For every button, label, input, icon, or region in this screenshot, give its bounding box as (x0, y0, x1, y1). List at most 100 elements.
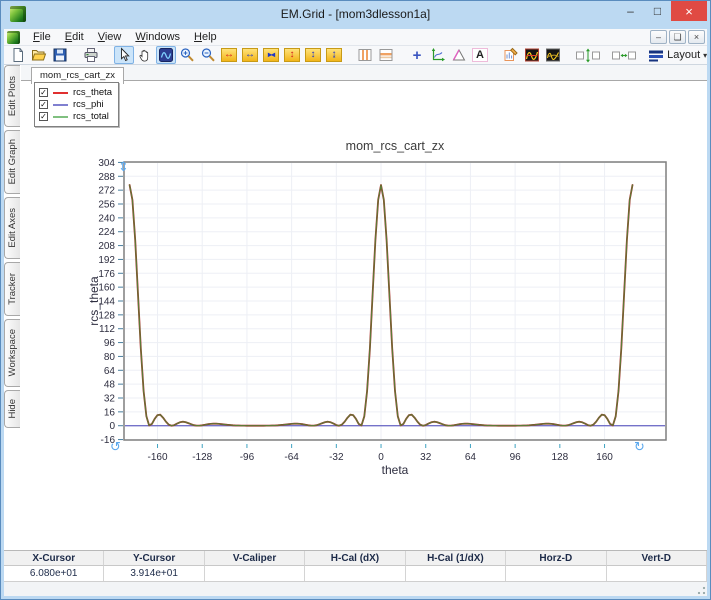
y-tick-label: 224 (98, 227, 115, 238)
x-tick-label: -128 (192, 452, 212, 463)
y-tick-label: 16 (104, 407, 116, 418)
split-vertical-button[interactable] (355, 46, 375, 64)
axes-tracker-icon (430, 47, 446, 63)
menu-items: FileEditViewWindowsHelp (26, 30, 224, 44)
workspace: Edit Plots Edit Graph Edit Axes Tracker Work… (4, 65, 707, 550)
pan-tool-button[interactable] (135, 46, 155, 64)
h-fit-button[interactable]: ▸◂ (261, 46, 281, 64)
save-file-button[interactable] (50, 46, 70, 64)
sidebar-tab-edit-axes[interactable]: Edit Axes (4, 197, 20, 259)
menu-windows[interactable]: Windows (128, 30, 187, 44)
new-file-button[interactable] (8, 46, 28, 64)
x-tick-label: 128 (551, 452, 568, 463)
legend-row-rcs_theta: ✓ rcs_theta (39, 87, 112, 98)
anchor-bottom-left-icon[interactable]: ↺ (110, 440, 121, 455)
child-restore-button[interactable]: ❏ (669, 30, 686, 44)
anchor-top-left-icon[interactable]: ⇕ (118, 160, 129, 175)
legend-checkbox-rcs_phi[interactable]: ✓ (39, 100, 48, 109)
delta-marker-button[interactable] (449, 46, 469, 64)
legend-line-sample (53, 104, 68, 106)
axes-tracker-button[interactable] (428, 46, 448, 64)
new-file-icon (10, 47, 26, 63)
child-minimize-button[interactable]: – (650, 30, 667, 44)
v-zoom-out-button[interactable]: ↕ (282, 46, 302, 64)
maximize-button[interactable]: □ (644, 1, 671, 21)
dark-plot-red-button[interactable] (522, 46, 542, 64)
v-fit-button[interactable]: ↨ (324, 46, 344, 64)
h-caliper-icon (611, 47, 637, 63)
status-value-v-caliper (205, 566, 305, 581)
v-caliper-icon (575, 47, 601, 63)
save-file-icon (52, 47, 68, 63)
status-value-x-cursor: 6.080e+01 (4, 566, 104, 581)
print-button[interactable] (81, 46, 101, 64)
anchor-bottom-right-icon[interactable]: ↻ (634, 440, 645, 455)
status-value-h-cal-dx- (305, 566, 405, 581)
y-tick-label: 272 (98, 186, 115, 197)
sidebar-tabs: Edit Plots Edit Graph Edit Axes Tracker Work… (4, 65, 21, 428)
sidebar-tab-label: Edit Plots (7, 76, 18, 116)
legend-row-rcs_phi: ✓rcs_phi (39, 99, 112, 110)
h-caliper-button[interactable] (612, 46, 637, 64)
select-tool-icon (116, 47, 132, 63)
x-tick-label: 160 (596, 452, 613, 463)
cursor-status-table: X-CursorY-CursorV-CaliperH-Cal (dX)H-Cal… (4, 550, 707, 581)
zoom-out-button[interactable] (198, 46, 218, 64)
v-caliper-button[interactable] (576, 46, 601, 64)
layout-icon (648, 47, 664, 63)
plot-mode-button[interactable] (156, 46, 176, 64)
h-zoom-out-button[interactable]: ↔ (219, 46, 239, 64)
text-annotation-button[interactable]: A (470, 46, 490, 64)
y-tick-label: 240 (98, 213, 115, 224)
sidebar-tab-label: Edit Axes (7, 208, 18, 248)
child-close-button[interactable]: × (688, 30, 705, 44)
layout-dropdown[interactable]: Layout▾ (649, 46, 706, 64)
y-tick-label: 64 (104, 366, 116, 377)
dark-plot-red-icon (524, 47, 540, 63)
split-horizontal-button[interactable] (376, 46, 396, 64)
menu-view[interactable]: View (91, 30, 129, 44)
status-value-h-cal-1-dx- (406, 566, 506, 581)
dark-plot-yellow-button[interactable] (543, 46, 563, 64)
y-tick-label: 288 (98, 172, 115, 183)
sidebar-tab-label: Workspace (7, 329, 18, 376)
sidebar-tab-label: Hide (7, 399, 18, 419)
x-tick-label: -160 (148, 452, 168, 463)
window-title: EM.Grid - [mom3dlesson1a] (4, 7, 707, 21)
open-file-button[interactable] (29, 46, 49, 64)
zoom-in-button[interactable] (177, 46, 197, 64)
split-horizontal-icon (378, 47, 394, 63)
menu-help[interactable]: Help (187, 30, 224, 44)
select-tool-button[interactable] (114, 46, 134, 64)
sidebar-tab-workspace[interactable]: Workspace (4, 319, 20, 387)
sidebar-tab-tracker[interactable]: Tracker (4, 262, 20, 316)
menu-edit[interactable]: Edit (58, 30, 91, 44)
x-tick-label: -96 (240, 452, 255, 463)
plot-canvas[interactable]: -160163248648096112128144160176192208224… (4, 65, 707, 550)
status-value-y-cursor: 3.914e+01 (104, 566, 204, 581)
v-zoom-in-button[interactable]: ↕ (303, 46, 323, 64)
h-zoom-in-button[interactable]: ↔ (240, 46, 260, 64)
x-tick-label: 96 (510, 452, 522, 463)
resize-grip[interactable] (694, 583, 706, 595)
y-tick-label: 112 (99, 324, 115, 335)
minimize-button[interactable]: – (617, 1, 644, 21)
y-tick-label: 192 (98, 255, 115, 266)
status-value-vert-d (607, 566, 707, 581)
legend-checkbox-rcs_total[interactable]: ✓ (39, 112, 48, 121)
legend-checkbox-rcs_theta[interactable]: ✓ (39, 88, 48, 97)
zoom-in-icon (179, 47, 195, 63)
sidebar-tab-edit-plots[interactable]: Edit Plots (4, 65, 20, 127)
x-axis-label: theta (382, 463, 409, 477)
edit-plot-button[interactable] (501, 46, 521, 64)
close-button[interactable]: × (671, 1, 707, 21)
crosshair-button[interactable]: + (407, 46, 427, 64)
menu-file[interactable]: File (26, 30, 58, 44)
x-tick-label: 32 (420, 452, 432, 463)
sidebar-tab-label: Tracker (7, 273, 18, 305)
sidebar-tab-hide[interactable]: Hide (4, 390, 20, 428)
sidebar-tab-edit-graph[interactable]: Edit Graph (4, 130, 20, 194)
legend-label: rcs_theta (73, 87, 112, 98)
split-vertical-icon (357, 47, 373, 63)
document-tabstrip: mom_rcs_cart_zx (21, 65, 707, 81)
